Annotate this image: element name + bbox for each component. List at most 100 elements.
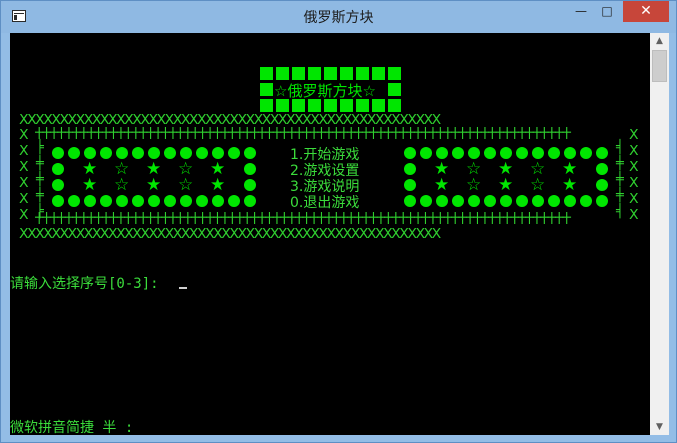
- decor-dot: [244, 179, 256, 191]
- selection-prompt: 请输入选择序号[0-3]:: [10, 276, 168, 292]
- decor-dot: [84, 195, 96, 207]
- frame-bottom-border: ⅩⅩⅩⅩⅩⅩⅩⅩⅩⅩⅩⅩⅩⅩⅩⅩⅩⅩⅩⅩⅩⅩⅩⅩⅩⅩⅩⅩⅩⅩⅩⅩⅩⅩⅩⅩⅩⅩⅩⅩ…: [19, 227, 441, 241]
- banner-square: [388, 67, 401, 80]
- star-icon: ★: [434, 175, 450, 195]
- banner-square: [324, 67, 337, 80]
- text-cursor: [179, 287, 187, 289]
- decor-dot: [564, 147, 576, 159]
- decor-dot: [68, 195, 80, 207]
- decor-dot: [148, 147, 160, 159]
- decor-dot: [116, 147, 128, 159]
- scroll-thumb[interactable]: [652, 50, 667, 82]
- banner-square: [260, 83, 273, 96]
- star-icon: ★: [146, 175, 162, 195]
- decor-dot: [52, 195, 64, 207]
- decor-dot: [244, 147, 256, 159]
- decor-dot: [52, 179, 64, 191]
- frame-left-border: ⅩⅩⅩⅩⅩⅩ: [19, 127, 29, 223]
- close-button[interactable]: ✕: [623, 1, 669, 22]
- decor-dot: [484, 147, 496, 159]
- star-icon: ☆: [178, 175, 194, 195]
- decor-dot: [84, 147, 96, 159]
- decor-dot: [164, 195, 176, 207]
- decor-dot: [404, 179, 416, 191]
- fence-bottom: ┼┼┼┼┼┼┼┼┼┼┼┼┼┼┼┼┼┼┼┼┼┼┼┼┼┼┼┼┼┼┼┼┼┼┼┼┼┼┼┼…: [35, 212, 571, 224]
- decor-dot: [484, 195, 496, 207]
- decor-dot: [52, 147, 64, 159]
- menu-item-exit: 0.退出游戏: [290, 195, 360, 211]
- decor-dot: [68, 147, 80, 159]
- decor-dot: [596, 195, 608, 207]
- decor-dot: [452, 147, 464, 159]
- decor-dot: [404, 147, 416, 159]
- banner-square: [356, 67, 369, 80]
- decor-dot: [180, 195, 192, 207]
- banner-square: [276, 67, 289, 80]
- decor-dot: [100, 195, 112, 207]
- decor-dot: [468, 195, 480, 207]
- minimize-button[interactable]: —: [568, 1, 594, 22]
- decor-dot: [596, 163, 608, 175]
- banner-square: [308, 67, 321, 80]
- decor-dot: [116, 195, 128, 207]
- decor-dot: [52, 163, 64, 175]
- decor-dot: [404, 195, 416, 207]
- decor-dot: [148, 195, 160, 207]
- banner-square: [372, 67, 385, 80]
- title-bar[interactable]: 俄罗斯方块 — □ ✕: [1, 1, 676, 33]
- maximize-button[interactable]: □: [594, 1, 620, 22]
- decor-dot: [212, 147, 224, 159]
- decor-dot: [532, 195, 544, 207]
- banner-square: [260, 67, 273, 80]
- fence-top: ┼┼┼┼┼┼┼┼┼┼┼┼┼┼┼┼┼┼┼┼┼┼┼┼┼┼┼┼┼┼┼┼┼┼┼┼┼┼┼┼…: [35, 127, 571, 139]
- fence-left: ╞ ╪ ╪ ╪ ╞: [36, 140, 44, 219]
- decor-dot: [580, 195, 592, 207]
- decor-dot: [132, 147, 144, 159]
- decor-dot: [500, 195, 512, 207]
- decor-dot: [132, 195, 144, 207]
- decor-dot: [196, 147, 208, 159]
- decor-dot: [548, 195, 560, 207]
- frame-right-border: ⅩⅩⅩⅩⅩⅩ: [629, 127, 639, 223]
- menu-item-settings: 2.游戏设置: [290, 163, 360, 179]
- star-icon: ★: [210, 175, 226, 195]
- decor-dot: [596, 147, 608, 159]
- star-icon: ☆: [530, 175, 546, 195]
- decor-dot: [580, 147, 592, 159]
- console-window: 俄罗斯方块 — □ ✕ ☆俄罗斯方块☆ ⅩⅩⅩⅩⅩⅩⅩⅩⅩⅩⅩⅩⅩⅩⅩⅩⅩⅩⅩⅩ…: [0, 0, 677, 443]
- star-icon: ★: [562, 175, 578, 195]
- decor-dot: [100, 147, 112, 159]
- vertical-scrollbar[interactable]: ▲ ▼: [650, 33, 669, 435]
- star-icon: ☆: [114, 175, 130, 195]
- decor-dot: [180, 147, 192, 159]
- ime-status: 微软拼音简捷 半 :: [10, 420, 134, 435]
- decor-dot: [228, 147, 240, 159]
- banner-square: [340, 67, 353, 80]
- menu-item-help: 3.游戏说明: [290, 179, 360, 195]
- decor-dot: [228, 195, 240, 207]
- decor-dot: [420, 195, 432, 207]
- decor-dot: [436, 147, 448, 159]
- star-icon: ☆: [466, 175, 482, 195]
- decor-dot: [212, 195, 224, 207]
- banner-square: [260, 99, 273, 112]
- banner-square: [292, 67, 305, 80]
- menu-item-start: 1.开始游戏: [290, 147, 360, 163]
- decor-dot: [436, 195, 448, 207]
- star-icon: ★: [498, 175, 514, 195]
- scroll-down-icon[interactable]: ▼: [650, 419, 669, 435]
- star-icon: ★: [82, 175, 98, 195]
- decor-dot: [548, 147, 560, 159]
- decor-dot: [468, 147, 480, 159]
- decor-dot: [244, 195, 256, 207]
- decor-dot: [500, 147, 512, 159]
- banner-square: [388, 83, 401, 96]
- fence-right: ╡ ╪ ╪ ╪ ╡: [616, 140, 624, 219]
- scroll-up-icon[interactable]: ▲: [650, 33, 669, 49]
- console-area[interactable]: ☆俄罗斯方块☆ ⅩⅩⅩⅩⅩⅩⅩⅩⅩⅩⅩⅩⅩⅩⅩⅩⅩⅩⅩⅩⅩⅩⅩⅩⅩⅩⅩⅩⅩⅩⅩⅩ…: [10, 33, 650, 435]
- decor-dot: [196, 195, 208, 207]
- frame-top-border: ⅩⅩⅩⅩⅩⅩⅩⅩⅩⅩⅩⅩⅩⅩⅩⅩⅩⅩⅩⅩⅩⅩⅩⅩⅩⅩⅩⅩⅩⅩⅩⅩⅩⅩⅩⅩⅩⅩⅩⅩ…: [19, 113, 441, 127]
- banner-square: [388, 99, 401, 112]
- decor-dot: [564, 195, 576, 207]
- decor-dot: [452, 195, 464, 207]
